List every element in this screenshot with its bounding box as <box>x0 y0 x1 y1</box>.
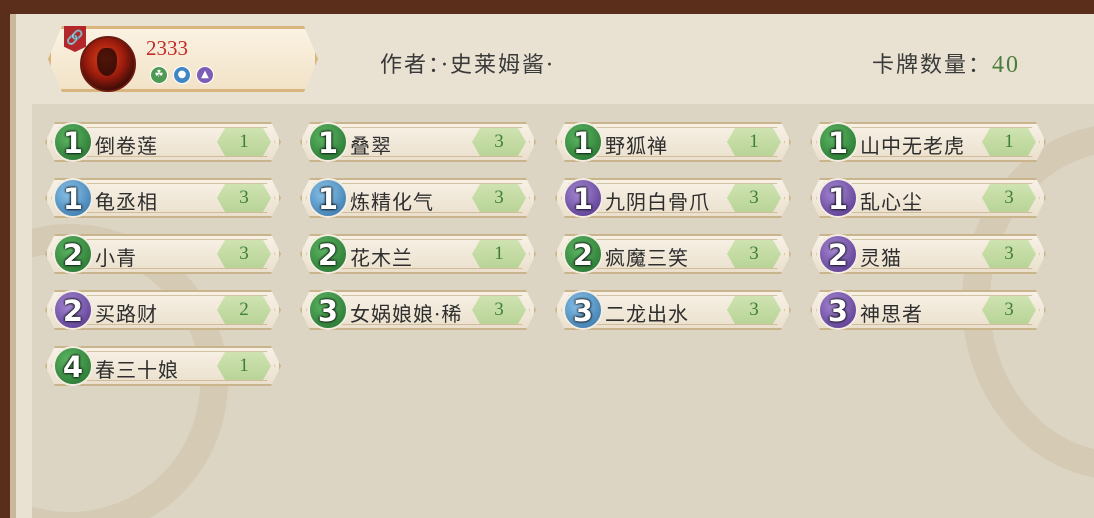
card-name: 野狐禅 <box>605 134 668 158</box>
card-entry[interactable]: 3 龟丞相 1 <box>45 178 281 218</box>
mountain-icon: ▲ <box>196 66 214 84</box>
player-score: 2333 <box>146 36 188 60</box>
card-name: 九阴白骨爪 <box>605 190 710 214</box>
card-cost: 1 <box>53 178 93 218</box>
card-entry[interactable]: 3 小青 2 <box>45 234 281 274</box>
card-name: 花木兰 <box>350 246 413 270</box>
card-entry[interactable]: 1 山中无老虎 1 <box>810 122 1046 162</box>
card-cost: 3 <box>563 290 603 330</box>
card-entry[interactable]: 3 女娲娘娘·稀 3 <box>300 290 536 330</box>
card-cost: 1 <box>308 122 348 162</box>
card-name: 倒卷莲 <box>95 134 158 158</box>
card-name: 灵猫 <box>860 246 902 270</box>
card-cost: 3 <box>308 290 348 330</box>
card-name: 乱心尘 <box>860 190 923 214</box>
deck-header: 🔗 2333 ☘ ● ▲ 作者：·史莱姆酱· 卡牌数量：40 <box>0 0 1094 92</box>
card-count-value: 40 <box>992 52 1021 78</box>
water-drop-icon: ● <box>173 66 191 84</box>
card-cost: 1 <box>818 122 858 162</box>
card-name: 神思者 <box>860 302 923 326</box>
card-entry[interactable]: 3 灵猫 2 <box>810 234 1046 274</box>
card-entry[interactable]: 2 买路财 2 <box>45 290 281 330</box>
card-name: 二龙出水 <box>605 302 689 326</box>
card-cost: 1 <box>563 178 603 218</box>
card-name: 小青 <box>95 246 137 270</box>
card-name: 叠翠 <box>350 134 392 158</box>
card-entry[interactable]: 3 乱心尘 1 <box>810 178 1046 218</box>
card-entry[interactable]: 3 九阴白骨爪 1 <box>555 178 791 218</box>
card-count-label: 卡牌数量： <box>872 53 993 78</box>
card-entry[interactable]: 3 二龙出水 3 <box>555 290 791 330</box>
card-name: 疯魔三笑 <box>605 246 689 270</box>
card-name: 春三十娘 <box>95 358 179 382</box>
card-cost: 3 <box>818 290 858 330</box>
card-name: 龟丞相 <box>95 190 158 214</box>
card-name: 炼精化气 <box>350 190 434 214</box>
card-cost: 1 <box>818 178 858 218</box>
leaf-icon: ☘ <box>150 66 168 84</box>
card-cost: 2 <box>563 234 603 274</box>
card-count: 卡牌数量：40 <box>872 47 1020 79</box>
card-name: 女娲娘娘·稀 <box>350 302 463 326</box>
card-entry[interactable]: 1 倒卷莲 1 <box>45 122 281 162</box>
card-entry[interactable]: 1 野狐禅 1 <box>555 122 791 162</box>
card-entry[interactable]: 3 疯魔三笑 2 <box>555 234 791 274</box>
card-cost: 1 <box>53 122 93 162</box>
deck-author: 作者：·史莱姆酱· <box>380 53 555 78</box>
card-cost: 2 <box>308 234 348 274</box>
card-cost: 2 <box>818 234 858 274</box>
card-cost: 1 <box>308 178 348 218</box>
card-entry[interactable]: 3 炼精化气 1 <box>300 178 536 218</box>
link-icon[interactable]: 🔗 <box>64 26 86 52</box>
card-cost: 1 <box>563 122 603 162</box>
card-entry[interactable]: 1 花木兰 2 <box>300 234 536 274</box>
card-entry[interactable]: 1 春三十娘 4 <box>45 346 281 386</box>
card-name: 买路财 <box>95 302 158 326</box>
card-cost: 2 <box>53 234 93 274</box>
card-entry[interactable]: 3 神思者 3 <box>810 290 1046 330</box>
card-cost: 2 <box>53 290 93 330</box>
element-icons: ☘ ● ▲ <box>150 66 214 84</box>
player-avatar[interactable] <box>80 36 136 92</box>
card-name: 山中无老虎 <box>860 134 965 158</box>
card-entry[interactable]: 3 叠翠 1 <box>300 122 536 162</box>
card-cost: 4 <box>53 346 93 386</box>
